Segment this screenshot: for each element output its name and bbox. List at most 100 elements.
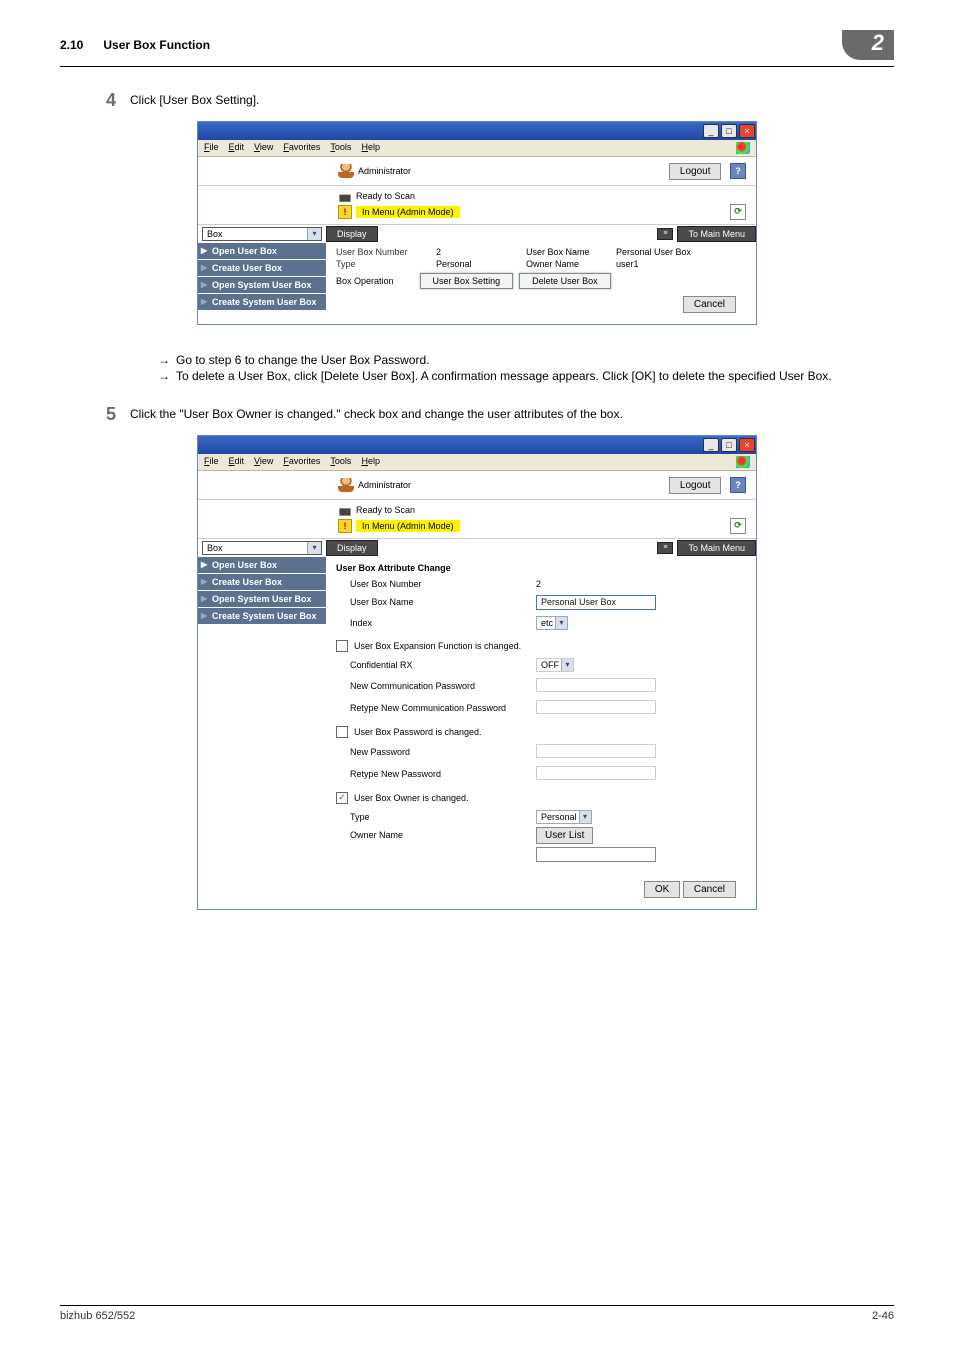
header-section: 2.10: [60, 38, 83, 52]
refresh-icon[interactable]: ⟳: [730, 204, 746, 220]
browser-menubar: File Edit View Favorites Tools Help: [198, 140, 756, 157]
chevron-down-icon: ▾: [307, 542, 321, 554]
to-main-menu-button[interactable]: To Main Menu: [677, 226, 756, 242]
menu-file[interactable]: File: [204, 142, 219, 154]
password-changed-label: User Box Password is changed.: [354, 727, 482, 737]
maximize-icon[interactable]: □: [721, 438, 737, 452]
user-list-button[interactable]: User List: [536, 827, 593, 844]
main-menu-icon: ≡: [657, 542, 673, 554]
sidebar-item-label: Open System User Box: [212, 280, 312, 290]
sidebar-item-open-system-user-box[interactable]: ▶Open System User Box: [198, 591, 326, 608]
logout-button[interactable]: Logout: [669, 163, 722, 180]
administrator-label: Administrator: [358, 480, 411, 490]
label-retype-pwd: Retype New Password: [336, 769, 536, 779]
menu-view[interactable]: View: [254, 142, 273, 154]
label-ubn: User Box Number: [336, 247, 426, 257]
close-icon[interactable]: ×: [739, 124, 755, 138]
box-select-value: Box: [207, 229, 223, 239]
sidebar-item-label: Open System User Box: [212, 594, 312, 604]
logout-button[interactable]: Logout: [669, 477, 722, 494]
sidebar-nav: Open User Box ▶Create User Box ▶Open Sys…: [198, 243, 326, 324]
sidebar-item-open-system-user-box[interactable]: ▶Open System User Box: [198, 277, 326, 294]
box-select[interactable]: Box ▾: [202, 541, 322, 555]
expansion-label: User Box Expansion Function is changed.: [354, 641, 521, 651]
new-password-input: [536, 744, 656, 758]
administrator-icon: [338, 478, 354, 492]
step-text: Click the "User Box Owner is changed." c…: [130, 405, 894, 425]
sidebar-item-label: Create System User Box: [212, 611, 317, 621]
label-type: Type: [336, 259, 426, 269]
warning-icon: !: [338, 519, 352, 533]
index-select[interactable]: etc▾: [536, 616, 568, 630]
label-new-pwd: New Password: [336, 747, 536, 757]
arrow-icon: →: [158, 369, 176, 383]
label-ubname: User Box Name: [526, 247, 606, 257]
maximize-icon[interactable]: □: [721, 124, 737, 138]
sidebar-item-create-user-box[interactable]: ▶Create User Box: [198, 574, 326, 591]
sidebar-nav: Open User Box ▶Create User Box ▶Open Sys…: [198, 557, 326, 909]
ie-logo-icon: [736, 142, 750, 154]
menu-edit[interactable]: Edit: [229, 142, 245, 154]
cancel-button[interactable]: Cancel: [683, 296, 736, 313]
delete-user-box-button[interactable]: Delete User Box: [519, 273, 611, 289]
main-menu-icon: ≡: [657, 228, 673, 240]
menu-tools[interactable]: Tools: [330, 142, 351, 154]
warning-icon: !: [338, 205, 352, 219]
minimize-icon[interactable]: _: [703, 124, 719, 138]
menu-tools[interactable]: Tools: [330, 456, 351, 468]
status-mode: In Menu (Admin Mode): [356, 206, 460, 218]
cancel-button[interactable]: Cancel: [683, 881, 736, 898]
box-select[interactable]: Box ▾: [202, 227, 322, 241]
display-button[interactable]: Display: [326, 540, 378, 556]
close-icon[interactable]: ×: [739, 438, 755, 452]
menu-edit[interactable]: Edit: [229, 456, 245, 468]
substep-text: To delete a User Box, click [Delete User…: [176, 369, 894, 383]
menu-help[interactable]: Help: [361, 456, 380, 468]
user-box-name-input[interactable]: Personal User Box: [536, 595, 656, 610]
sidebar-item-open-user-box[interactable]: Open User Box: [198, 243, 326, 260]
menu-file[interactable]: File: [204, 456, 219, 468]
label-owner: Owner Name: [336, 830, 536, 840]
form-title: User Box Attribute Change: [336, 563, 746, 573]
label-retype-comm-pwd: Retype New Communication Password: [336, 703, 536, 713]
header-chapter: 2: [842, 30, 894, 60]
menu-view[interactable]: View: [254, 456, 273, 468]
display-button[interactable]: Display: [326, 226, 378, 242]
printer-icon: [338, 504, 352, 516]
menu-help[interactable]: Help: [361, 142, 380, 154]
sidebar-item-open-user-box[interactable]: Open User Box: [198, 557, 326, 574]
minimize-icon[interactable]: _: [703, 438, 719, 452]
sidebar-item-create-user-box[interactable]: ▶Create User Box: [198, 260, 326, 277]
ok-button[interactable]: OK: [644, 881, 680, 898]
content-area: User Box Attribute Change User Box Numbe…: [326, 557, 756, 909]
confidential-rx-value: OFF: [541, 660, 559, 670]
help-icon[interactable]: ?: [730, 477, 746, 493]
administrator-label: Administrator: [358, 166, 411, 176]
chevron-down-icon: ▾: [555, 617, 567, 629]
label-confidential-rx: Confidential RX: [336, 660, 536, 670]
sidebar-item-create-system-user-box[interactable]: ▶Create System User Box: [198, 294, 326, 311]
label-type: Type: [336, 812, 536, 822]
type-select[interactable]: Personal▾: [536, 810, 592, 824]
arrow-icon: →: [158, 353, 176, 367]
expansion-checkbox[interactable]: [336, 640, 348, 652]
value-owner: user1: [616, 259, 746, 269]
owner-changed-checkbox[interactable]: ✓: [336, 792, 348, 804]
help-icon[interactable]: ?: [730, 163, 746, 179]
owner-name-input[interactable]: [536, 847, 656, 862]
owner-changed-label: User Box Owner is changed.: [354, 793, 469, 803]
chevron-down-icon: ▾: [579, 811, 591, 823]
menu-favorites[interactable]: Favorites: [283, 456, 320, 468]
header-rule: [60, 66, 894, 67]
window-titlebar: _ □ ×: [198, 436, 756, 454]
screenshot-window-1: _ □ × File Edit View Favorites Tools Hel…: [197, 121, 757, 325]
user-box-setting-button[interactable]: User Box Setting: [420, 273, 514, 289]
menu-favorites[interactable]: Favorites: [283, 142, 320, 154]
chevron-down-icon: ▾: [307, 228, 321, 240]
footer-left: bizhub 652/552: [60, 1310, 135, 1322]
sidebar-item-create-system-user-box[interactable]: ▶Create System User Box: [198, 608, 326, 625]
box-select-value: Box: [207, 543, 223, 553]
password-changed-checkbox[interactable]: [336, 726, 348, 738]
refresh-icon[interactable]: ⟳: [730, 518, 746, 534]
to-main-menu-button[interactable]: To Main Menu: [677, 540, 756, 556]
